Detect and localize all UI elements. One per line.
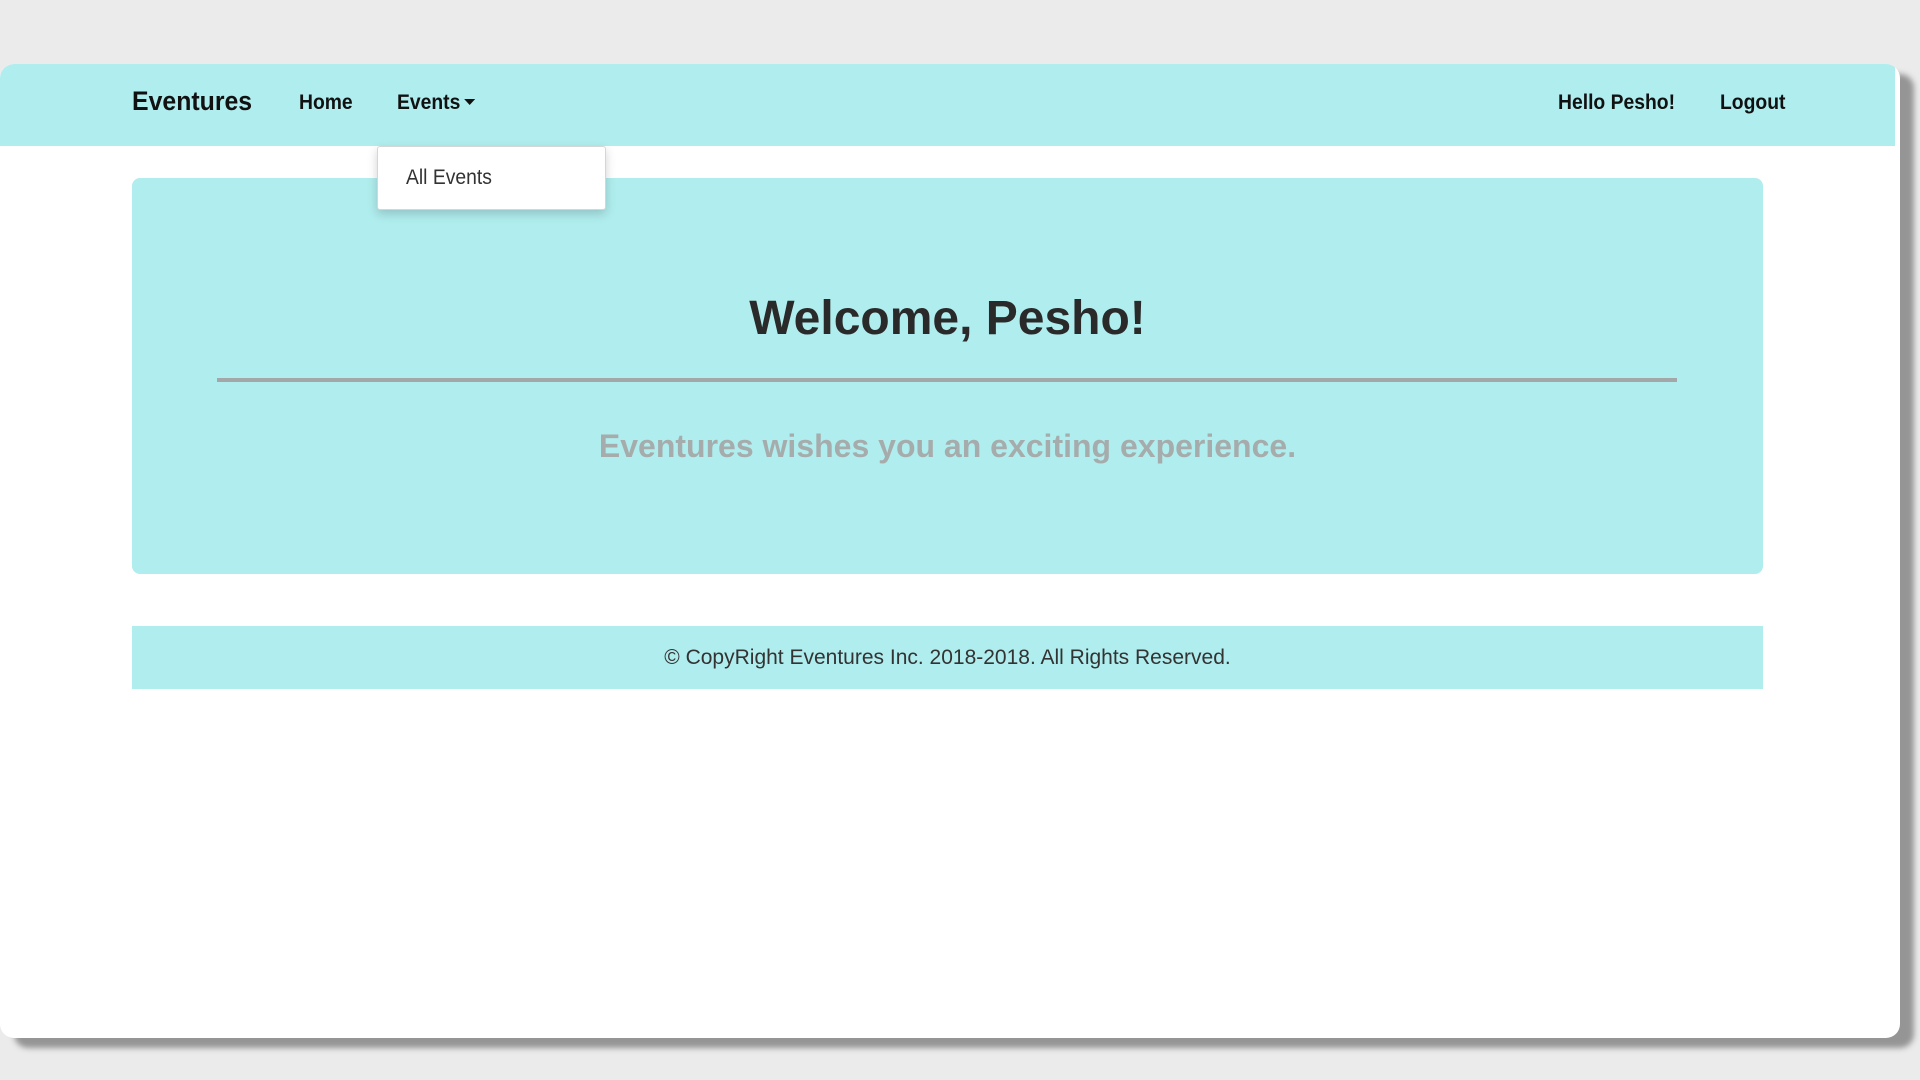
footer-copyright: © CopyRight Eventures Inc. 2018-2018. Al…	[664, 646, 1231, 669]
user-greeting[interactable]: Hello Pesho!	[1558, 91, 1675, 115]
jumbotron-divider	[217, 378, 1677, 382]
page-footer: © CopyRight Eventures Inc. 2018-2018. Al…	[132, 626, 1763, 689]
navbar: Eventures Home Events Hello Pesho! Logou…	[0, 64, 1895, 146]
nav-home-link[interactable]: Home	[299, 91, 353, 115]
nav-events-label: Events	[397, 91, 461, 114]
brand-logo-link[interactable]: Eventures	[132, 86, 252, 117]
welcome-jumbotron: Welcome, Pesho! Eventures wishes you an …	[132, 178, 1763, 574]
welcome-tagline: Eventures wishes you an exciting experie…	[598, 428, 1297, 464]
nav-events-dropdown-toggle[interactable]: Events	[397, 91, 476, 115]
events-dropdown-menu: All Events	[377, 146, 606, 210]
dropdown-item-all-events[interactable]: All Events	[406, 166, 492, 190]
browser-window: Eventures Home Events Hello Pesho! Logou…	[0, 64, 1900, 1038]
logout-link[interactable]: Logout	[1720, 91, 1785, 115]
welcome-title: Welcome, Pesho!	[749, 292, 1146, 345]
caret-down-icon	[464, 98, 476, 105]
